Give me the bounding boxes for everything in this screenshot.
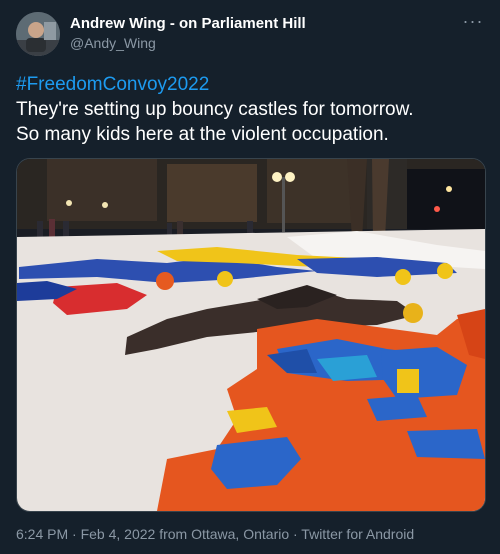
tweet-metadata[interactable]: 6:24 PM · Feb 4, 2022 from Ottawa, Ontar… xyxy=(16,526,414,542)
avatar[interactable] xyxy=(16,12,60,56)
more-horizontal-icon: ··· xyxy=(462,11,484,31)
tweet-text: #FreedomConvoy2022 They're setting up bo… xyxy=(16,72,486,147)
tweet-text-line-2: So many kids here at the violent occupat… xyxy=(16,124,389,145)
display-name[interactable]: Andrew Wing - on Parliament Hill xyxy=(70,15,306,33)
author-block: Andrew Wing - on Parliament Hill @Andy_W… xyxy=(70,15,306,53)
user-handle[interactable]: @Andy_Wing xyxy=(70,33,306,53)
tweet-photo[interactable] xyxy=(16,158,486,512)
more-options-button[interactable]: ··· xyxy=(460,11,486,34)
hashtag-link[interactable]: #FreedomConvoy2022 xyxy=(16,72,486,97)
tweet-text-line-1: They're setting up bouncy castles for to… xyxy=(16,99,414,120)
tweet-card: Andrew Wing - on Parliament Hill @Andy_W… xyxy=(0,0,500,554)
